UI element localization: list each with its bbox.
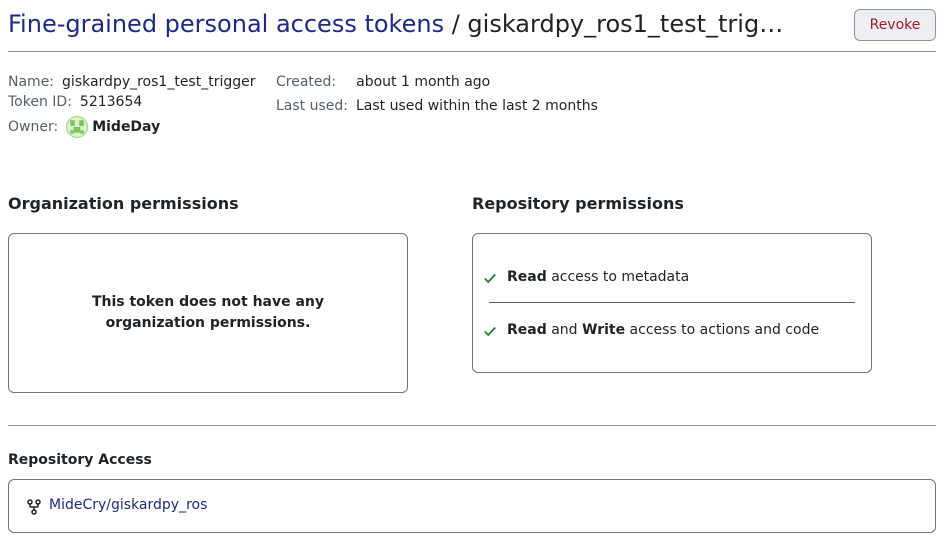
org-permissions-title: Organization permissions — [8, 194, 239, 213]
permission-item: Read access to metadata — [484, 269, 690, 285]
owner-label: Owner: — [8, 118, 59, 135]
permission-level: Read — [507, 322, 547, 338]
token-id-label: Token ID: — [8, 93, 72, 110]
org-permissions-box: This token does not have any organizatio… — [8, 233, 408, 393]
repo-fork-icon — [27, 499, 41, 515]
page-header: Fine-grained personal access tokens / gi… — [8, 6, 936, 52]
section-divider — [8, 425, 936, 426]
repository-access-box: MideCry/giskardpy_ros — [8, 479, 936, 533]
breadcrumb-link-tokens[interactable]: Fine-grained personal access tokens — [8, 10, 444, 38]
last-used-value: Last used within the last 2 months — [356, 97, 598, 114]
check-icon — [484, 273, 496, 284]
repository-link[interactable]: MideCry/giskardpy_ros — [49, 497, 207, 513]
check-icon — [484, 326, 496, 337]
permission-divider — [489, 302, 855, 303]
owner-value[interactable]: MideDay — [92, 116, 160, 138]
permission-level: Write — [582, 322, 626, 338]
permission-conjunction: and — [546, 322, 582, 338]
last-used-label: Last used: — [276, 97, 348, 114]
permission-text: access to metadata — [546, 269, 690, 285]
repository-access-title: Repository Access — [8, 452, 152, 468]
token-meta-right: Created: about 1 month ago Last used: Last… — [276, 70, 598, 117]
permission-level: Read — [507, 269, 547, 285]
created-label: Created: — [276, 73, 337, 90]
breadcrumb-separator: / — [444, 10, 468, 38]
token-meta-left: Name: giskardpy_ros1_test_trigger Token I… — [8, 70, 256, 138]
token-title: giskardpy_ros1_test_trig… — [467, 10, 784, 38]
identicon-icon — [70, 119, 84, 134]
permission-text: access to actions and code — [625, 322, 820, 338]
permission-item: Read and Write access to actions and cod… — [484, 322, 820, 338]
name-label: Name: — [8, 73, 55, 90]
org-permissions-empty-message: This token does not have any organizatio… — [91, 294, 325, 331]
repo-permissions-box: Read access to metadata Read and Write a… — [472, 233, 872, 373]
repo-permissions-title: Repository permissions — [472, 194, 684, 213]
token-id-value: 5213654 — [79, 93, 143, 110]
page-title: Fine-grained personal access tokens / gi… — [8, 8, 838, 40]
revoke-button[interactable]: Revoke — [854, 9, 936, 41]
avatar[interactable] — [66, 115, 89, 138]
created-value: about 1 month ago — [356, 73, 491, 90]
name-value: giskardpy_ros1_test_trigger — [62, 73, 256, 90]
